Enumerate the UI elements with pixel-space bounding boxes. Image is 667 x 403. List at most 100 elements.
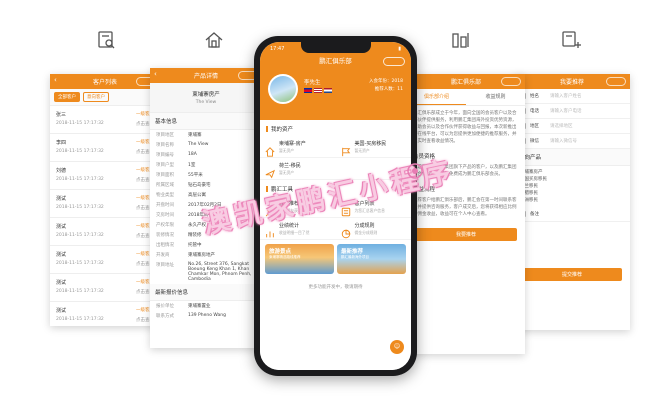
interest-option[interactable]: 美国买房移民 <box>520 176 624 183</box>
field-row: 项目名称 The View <box>150 140 262 150</box>
rules-entry[interactable]: 分成规则 佣金分成规则 <box>335 218 411 240</box>
back-icon[interactable]: ‹ <box>54 76 57 84</box>
customer-row[interactable]: 测试 2018-11-15 17:17:32 一级客户 点击查看 <box>50 218 160 246</box>
field-row: 项目编号 18A <box>150 150 262 160</box>
usa-flag-icon <box>314 88 322 93</box>
field-key: 项目名称 <box>156 143 174 148</box>
capsule-menu-icon[interactable] <box>606 77 626 86</box>
status-time: 17:47 <box>270 45 285 52</box>
member-stats: 入会年份：2018 推荐人数：11 <box>369 78 403 94</box>
field-key: 项目面积 <box>156 173 174 178</box>
customer-row[interactable]: 测试 2018-11-15 17:17:32 一级客户 点击查看 <box>50 246 160 274</box>
flag-entry[interactable]: 美国-买房移民 暂无资产 <box>335 136 411 158</box>
referral-input-field[interactable]: 地区 请选择地区 <box>514 119 630 134</box>
club-header: 鹏汇俱乐部 <box>260 55 411 68</box>
field-key: 项目编号 <box>156 153 174 158</box>
banner-travel[interactable]: 旅游景点 柬埔寨精选路线推荐 <box>265 244 334 274</box>
phone-notch <box>300 42 371 53</box>
cambodia-flag-icon <box>304 88 312 93</box>
back-icon[interactable]: ‹ <box>154 70 157 78</box>
banner-latest-title: 最新推荐 <box>341 249 364 255</box>
house-entry[interactable]: 柬埔寨-房产 暂无资产 <box>260 136 336 158</box>
entry-text: 分成规则 佣金分成规则 <box>355 222 378 236</box>
banner-latest-sub: 鹏汇最新海外项目 <box>341 255 369 259</box>
entry-subtitle: 佣金分成规则 <box>354 229 378 235</box>
club-title: 鹏汇俱乐部 <box>319 57 352 65</box>
recommend-button[interactable]: 我要推荐 <box>415 228 517 241</box>
field-key: 交房时间 <box>156 213 174 218</box>
customer-row[interactable]: 李四 2018-11-15 17:17:32 一级客户 点击查看 <box>50 134 160 162</box>
avatar[interactable] <box>268 74 298 104</box>
interest-option[interactable]: 澳洲移民 <box>520 197 624 204</box>
referral-input-field[interactable]: 电话 请输入客户电话 <box>514 104 630 119</box>
battery-icon: ▮ <box>398 45 401 52</box>
member-year: 入会年份：2018 <box>369 79 403 84</box>
footer-note: 更多功能开发中，敬请期待 <box>308 285 363 290</box>
customer-row[interactable]: 刘德 2018-11-15 17:17:32 一级客户 点击查看 <box>50 162 160 190</box>
referral-fields: 姓名 请输入客户姓名电话 请输入客户电话地区 请选择地区微信 请输入微信号 <box>514 89 630 149</box>
chip-all-customers[interactable]: 全部客户 <box>54 92 80 102</box>
columns-icon <box>450 30 472 50</box>
netherlands-flag-icon <box>324 88 332 93</box>
flag-icon <box>341 142 351 156</box>
field-value: 托管中 <box>188 243 202 248</box>
field-value: 柬埔寨房地产 <box>188 253 215 258</box>
home-icon <box>203 30 225 50</box>
entry-subtitle: 暂无资产 <box>279 169 295 175</box>
field-placeholder: 请输入微信号 <box>550 139 577 144</box>
entry-subtitle: 暂无资产 <box>354 147 370 153</box>
interest-option[interactable]: 希腊移民 <box>520 190 624 197</box>
banner-travel-title: 旅游景点 <box>269 249 292 255</box>
floating-service-button[interactable]: ☺ <box>390 340 404 354</box>
note-field[interactable]: 备注 <box>514 207 630 222</box>
field-label: 姓名 <box>530 94 539 99</box>
referral-input-field[interactable]: 姓名 请输入客户姓名 <box>514 89 630 104</box>
field-value: No.26, Street 376, Sangkat Boeung Keng K… <box>188 262 252 282</box>
field-value: 1室 <box>188 163 196 168</box>
field-key: 报价单位 <box>156 304 174 309</box>
interest-option[interactable]: 柬埔寨房产 <box>520 169 624 176</box>
field-key: 项目地址 <box>156 263 174 268</box>
customer-row[interactable]: 测试 2018-11-15 17:17:32 一级客户 点击查看 <box>50 274 160 302</box>
product-subname: The View <box>195 100 217 105</box>
field-key: 物业类型 <box>156 193 174 198</box>
club-tabs: 俱乐部介绍 收益规则 <box>407 89 525 106</box>
club-intro-screen: ‹ 鹏汇俱乐部 俱乐部介绍 收益规则 鹏汇俱乐部成立于今年，面向全国的会员客户以… <box>407 74 525 354</box>
field-value: The View <box>188 142 209 147</box>
customer-list-title: 客户列表 <box>92 79 117 86</box>
entry-text: 荷兰-移民 暂无资产 <box>279 162 301 176</box>
tab-income-rules[interactable]: 收益规则 <box>466 89 525 105</box>
field-placeholder: 请选择地区 <box>550 124 573 129</box>
field-row: 所属区域 钻石岛豪宅 <box>150 180 262 190</box>
capsule-menu-icon[interactable] <box>383 57 405 66</box>
field-placeholder: 请输入客户电话 <box>550 109 582 114</box>
interest-title: 意向产品 <box>514 149 630 166</box>
field-label: 地区 <box>530 124 539 129</box>
field-row: 报价单位 柬埔寨置业 <box>150 301 262 311</box>
referral-input-field[interactable]: 微信 请输入微信号 <box>514 134 630 149</box>
banner-travel-sub: 柬埔寨精选路线推荐 <box>269 255 301 259</box>
capsule-menu-icon[interactable] <box>501 77 521 86</box>
entry-subtitle: 收益明细一目了然 <box>279 229 310 235</box>
field-value: 钻石岛豪宅 <box>188 183 211 188</box>
product-banner: 柬埔寨房产 The View <box>150 83 262 113</box>
house-icon <box>265 142 275 157</box>
field-key: 联系方式 <box>156 314 174 319</box>
customer-row[interactable]: 测试 2018-11-15 17:17:32 一级客户 点击查看 <box>50 302 160 326</box>
field-placeholder: 请输入客户姓名 <box>550 94 582 99</box>
field-row: 项目地区 柬埔寨 <box>150 130 262 140</box>
club-intro-title: 鹏汇俱乐部 <box>450 79 481 86</box>
latest-quote-title: 最新报价信息 <box>150 284 262 301</box>
submit-referral-button[interactable]: 提交推荐 <box>522 268 622 281</box>
field-key: 项目户型 <box>156 163 174 168</box>
basic-info-title: 基本信息 <box>150 113 262 130</box>
banner-latest[interactable]: 最新推荐 鹏汇最新海外项目 <box>337 244 406 274</box>
interest-option[interactable]: 荷兰移民 <box>520 183 624 190</box>
chip-intent-customers[interactable]: 意向客户 <box>83 92 109 102</box>
club-intro-text: 鹏汇俱乐部成立于今年，面向全国的会员客户以及合作伙伴提供服务，利用鹏汇集团海外投… <box>413 111 517 144</box>
product-detail-title: 产品详情 <box>193 73 218 80</box>
showcase-stage: ‹ 客户列表 全部客户 意向客户 张三 2018-11-15 17:17:32 一级… <box>0 0 667 403</box>
customer-row[interactable]: 测试 2018-11-15 17:17:32 一级客户 点击查看 <box>50 190 160 218</box>
customer-rows: 张三 2018-11-15 17:17:32 一级客户 点击查看 李四 2018-11-1… <box>50 106 160 326</box>
customer-row[interactable]: 张三 2018-11-15 17:17:32 一级客户 点击查看 <box>50 106 160 134</box>
